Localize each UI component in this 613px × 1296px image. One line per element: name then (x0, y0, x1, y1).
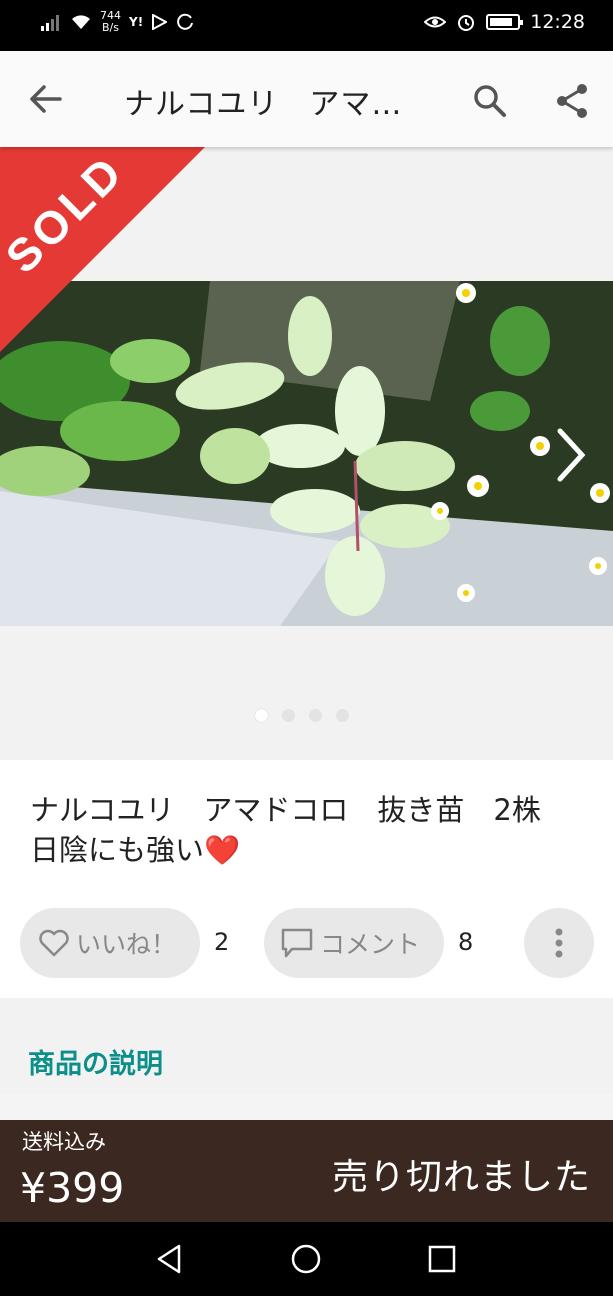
price: ¥399 (20, 1164, 125, 1212)
pagination-dot (255, 709, 268, 722)
shipping-label: 送料込み (22, 1130, 106, 1154)
wifi-icon (72, 15, 90, 29)
description-section: 商品の説明 (0, 998, 613, 1094)
search-icon (474, 85, 506, 117)
pagination-dot (336, 709, 349, 722)
eye-comfort-icon (424, 16, 447, 28)
item-info-section: ナルコユリ アマドコロ 抜き苗 2株 日陰にも強い❤️ いいね！ 2 コメント … (0, 760, 613, 998)
network-speed: 744 B/s (100, 10, 121, 34)
back-button[interactable] (24, 79, 68, 119)
item-title: ナルコユリ アマドコロ 抜き苗 2株 日陰にも強い❤️ (30, 793, 570, 867)
sync-icon (177, 13, 194, 30)
purchase-bar: 送料込み ¥399 売り切れました (0, 1120, 613, 1222)
sold-ribbon: SOLD (0, 147, 205, 352)
pagination-dot (309, 709, 322, 722)
sold-out-status: 売り切れました (331, 1157, 591, 1198)
like-count: 2 (214, 928, 230, 956)
like-button[interactable]: いいね！ (20, 908, 200, 978)
comment-label: コメント (320, 930, 421, 959)
battery-fill (490, 18, 513, 26)
back-triangle-icon[interactable] (153, 1242, 187, 1276)
next-image-button[interactable] (550, 425, 590, 485)
pagination-dot (282, 709, 295, 722)
battery-icon (486, 14, 524, 30)
share-icon (557, 84, 587, 118)
system-navigation-bar (0, 1222, 613, 1296)
back-arrow-icon (30, 85, 62, 113)
more-options-button[interactable] (524, 908, 594, 978)
status-bar: 744 B/s Y! 12:28 (0, 0, 613, 51)
app-bar: ナルコユリ アマドコロ 抜き苗 2株 日陰にも強い (0, 51, 613, 147)
heart-icon (39, 929, 69, 957)
like-label: いいね！ (76, 930, 177, 959)
product-image-gallery[interactable]: SOLD (0, 147, 613, 760)
image-pagination-dots (255, 709, 349, 722)
more-vertical-icon (555, 928, 563, 958)
clock: 12:28 (530, 11, 585, 33)
alarm-icon (458, 15, 475, 31)
comment-button[interactable]: コメント (264, 908, 444, 978)
search-button[interactable] (470, 81, 510, 121)
status-right-group: 12:28 (424, 11, 585, 33)
home-circle-icon[interactable] (289, 1242, 323, 1276)
page-title: ナルコユリ アマドコロ 抜き苗 2株 日陰にも強い (124, 87, 424, 122)
share-button[interactable] (552, 81, 592, 121)
description-heading: 商品の説明 (28, 1049, 163, 1080)
recents-square-icon[interactable] (425, 1242, 459, 1276)
signal-icon (41, 15, 59, 31)
comment-count: 8 (458, 928, 474, 956)
network-speed-unit: B/s (102, 21, 119, 34)
status-left-group: 744 B/s Y! (40, 10, 195, 34)
chevron-right-icon (557, 428, 586, 482)
yahoo-icon: Y! (129, 15, 144, 29)
play-store-icon (152, 14, 168, 30)
comment-bubble-icon (281, 928, 313, 958)
